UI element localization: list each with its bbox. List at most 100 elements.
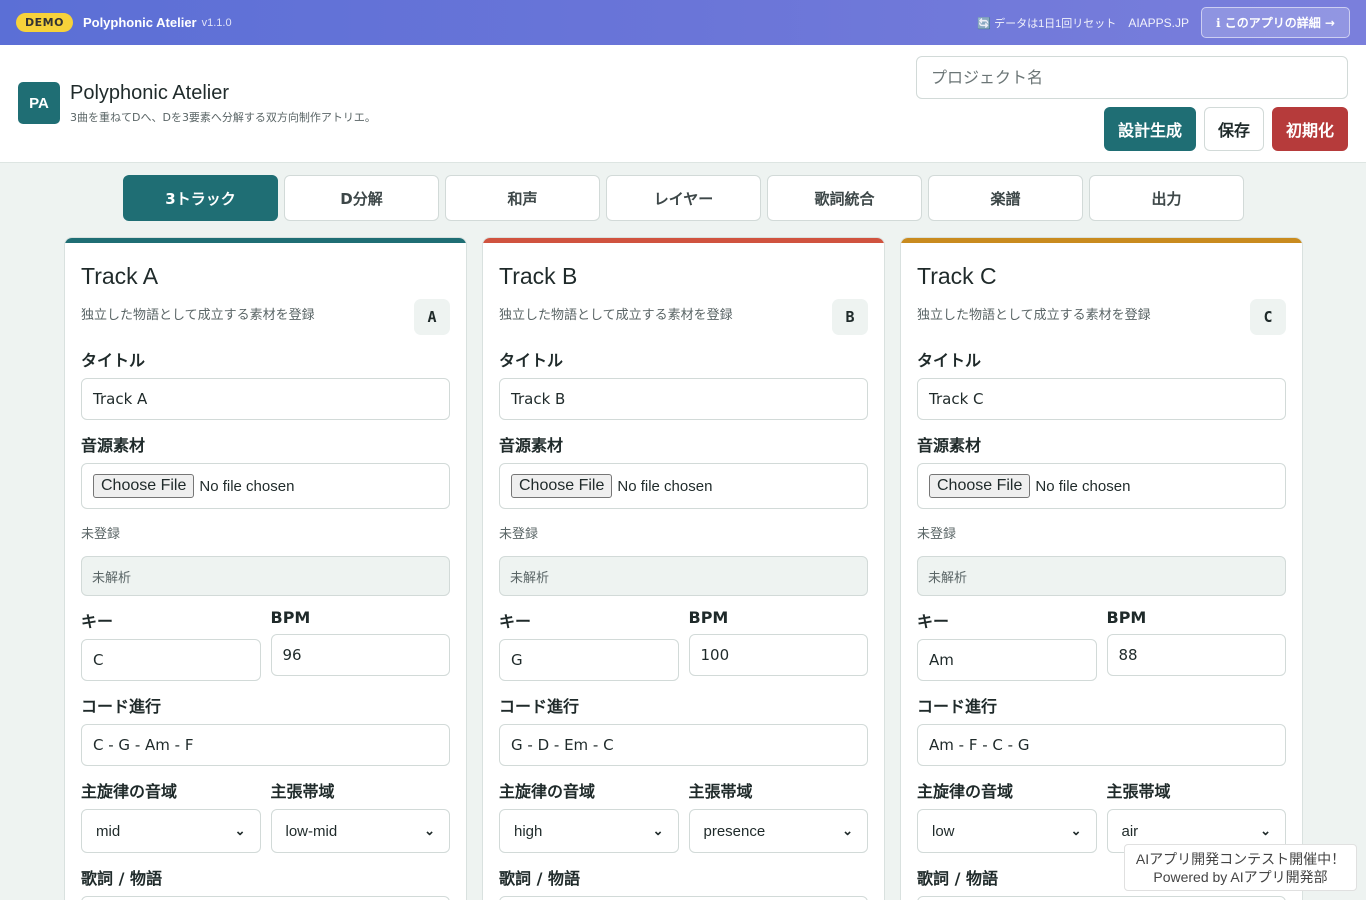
bpm-input[interactable]: 100	[688, 634, 868, 676]
tab-output[interactable]: 出力	[1089, 175, 1244, 221]
track-badge: A	[414, 299, 450, 335]
melody-range-select[interactable]: high ⌄	[499, 809, 679, 853]
source-label: 音源素材	[81, 436, 146, 455]
demo-badge: DEMO	[16, 13, 73, 32]
focus-band-value: air	[1121, 822, 1139, 840]
bpm-label: BPM	[1106, 608, 1147, 627]
no-file-text: No file chosen	[617, 477, 713, 495]
contest-line-1: AIアプリ開発コンテスト開催中！	[1135, 851, 1346, 867]
registration-status: 未登録	[917, 527, 957, 542]
key-input[interactable]: G	[499, 639, 679, 681]
audio-file-input[interactable]: Choose File No file chosen	[81, 463, 450, 509]
melody-range-value: low	[932, 822, 955, 840]
registration-status: 未登録	[81, 527, 121, 542]
lyrics-label: 歌詞 / 物語	[499, 869, 580, 888]
chords-label: コード進行	[917, 697, 998, 716]
title-input[interactable]: Track B	[499, 378, 868, 420]
track-card-b: Track B B 独立した物語として成立する素材を登録 タイトル Track B 音源素…	[482, 237, 885, 900]
focus-band-label: 主張帯域	[688, 782, 753, 801]
source-label: 音源素材	[499, 436, 564, 455]
top-bar: DEMO Polyphonic Atelier v1.1.0 🔄 データは1日1…	[0, 0, 1366, 45]
version-label: v1.1.0	[201, 16, 232, 29]
registration-status: 未登録	[499, 527, 539, 542]
focus-band-select[interactable]: presence ⌄	[688, 809, 868, 853]
chords-label: コード進行	[81, 697, 162, 716]
chevron-down-icon: ⌄	[234, 823, 246, 838]
lyrics-textarea[interactable]: 物語、サビ、重要語を入力	[499, 896, 868, 900]
track-card-c: Track C C 独立した物語として成立する素材を登録 タイトル Track C 音源素…	[900, 237, 1303, 900]
topbar-app-name: Polyphonic Atelier	[82, 15, 197, 30]
melody-range-label: 主旋律の音域	[917, 782, 1014, 801]
tab-bar: 3トラック D分解 和声 レイヤー 歌詞統合 楽譜 出力	[123, 175, 1244, 221]
melody-range-label: 主旋律の音域	[81, 782, 178, 801]
key-label: キー	[917, 612, 950, 631]
track-badge: B	[832, 299, 868, 335]
track-accent-bar	[65, 238, 466, 243]
project-name-input[interactable]	[916, 56, 1348, 99]
track-description: 独立した物語として成立する素材を登録	[499, 308, 733, 323]
focus-band-select[interactable]: low-mid ⌄	[270, 809, 450, 853]
chevron-down-icon: ⌄	[1260, 823, 1271, 838]
chevron-down-icon: ⌄	[424, 823, 435, 838]
title-label: タイトル	[499, 351, 564, 370]
no-file-text: No file chosen	[199, 477, 295, 495]
track-description: 独立した物語として成立する素材を登録	[917, 308, 1151, 323]
title-input[interactable]: Track A	[81, 378, 450, 420]
tab-layers[interactable]: レイヤー	[606, 175, 761, 221]
save-button[interactable]: 保存	[1204, 107, 1264, 151]
source-label: 音源素材	[917, 436, 982, 455]
tab-lyrics-merge[interactable]: 歌詞統合	[767, 175, 922, 221]
focus-band-value: presence	[703, 822, 766, 840]
bpm-label: BPM	[270, 608, 311, 627]
key-input[interactable]: C	[81, 639, 261, 681]
focus-band-label: 主張帯域	[1106, 782, 1171, 801]
reset-button[interactable]: 初期化	[1272, 107, 1348, 151]
lyrics-label: 歌詞 / 物語	[81, 869, 162, 888]
choose-file-button[interactable]: Choose File	[511, 474, 613, 498]
key-label: キー	[499, 612, 532, 631]
bpm-input[interactable]: 96	[270, 634, 450, 676]
track-title: Track C	[917, 263, 997, 289]
audio-file-input[interactable]: Choose File No file chosen	[917, 463, 1286, 509]
analysis-status: 未解析	[81, 556, 450, 596]
site-link[interactable]: AIAPPS.JP	[1128, 16, 1189, 30]
lyrics-textarea[interactable]: 物語、サビ、重要語を入力	[81, 896, 450, 900]
choose-file-button[interactable]: Choose File	[929, 474, 1031, 498]
contest-line-2: Powered by AIアプリ開発部	[1153, 869, 1328, 885]
melody-range-value: high	[514, 822, 543, 840]
title-input[interactable]: Track C	[917, 378, 1286, 420]
chord-progression-input[interactable]: Am - F - C - G	[917, 724, 1286, 766]
bpm-input[interactable]: 88	[1106, 634, 1286, 676]
track-card-a: Track A A 独立した物語として成立する素材を登録 タイトル Track A 音源素…	[64, 237, 467, 900]
chevron-down-icon: ⌄	[652, 823, 664, 838]
melody-range-value: mid	[96, 822, 121, 840]
title-label: タイトル	[917, 351, 982, 370]
app-details-button[interactable]: ℹ このアプリの詳細 →	[1201, 7, 1350, 38]
melody-range-select[interactable]: mid ⌄	[81, 809, 261, 853]
track-accent-bar	[483, 238, 884, 243]
key-input[interactable]: Am	[917, 639, 1097, 681]
chord-progression-input[interactable]: G - D - Em - C	[499, 724, 868, 766]
track-title: Track A	[81, 263, 159, 289]
analysis-status: 未解析	[499, 556, 868, 596]
chords-label: コード進行	[499, 697, 580, 716]
tab-score[interactable]: 楽譜	[928, 175, 1083, 221]
melody-range-select[interactable]: low ⌄	[917, 809, 1097, 853]
generate-design-button[interactable]: 設計生成	[1104, 107, 1196, 151]
tab-harmony[interactable]: 和声	[445, 175, 600, 221]
lyrics-textarea[interactable]: 物語、サビ、重要語を入力	[917, 896, 1286, 900]
title-label: タイトル	[81, 351, 146, 370]
bpm-label: BPM	[688, 608, 729, 627]
focus-band-label: 主張帯域	[270, 782, 335, 801]
chord-progression-input[interactable]: C - G - Am - F	[81, 724, 450, 766]
key-label: キー	[81, 612, 114, 631]
choose-file-button[interactable]: Choose File	[93, 474, 195, 498]
page-subtitle: 3曲を重ねてDへ、Dを3要素へ分解する双方向制作アトリエ。	[70, 111, 376, 124]
tab-d-decompose[interactable]: D分解	[284, 175, 439, 221]
no-file-text: No file chosen	[1035, 477, 1131, 495]
melody-range-label: 主旋律の音域	[499, 782, 596, 801]
chevron-down-icon: ⌄	[842, 823, 853, 838]
contest-banner[interactable]: AIアプリ開発コンテスト開催中！ Powered by AIアプリ開発部	[1124, 844, 1357, 891]
tab-three-tracks[interactable]: 3トラック	[123, 175, 278, 221]
audio-file-input[interactable]: Choose File No file chosen	[499, 463, 868, 509]
